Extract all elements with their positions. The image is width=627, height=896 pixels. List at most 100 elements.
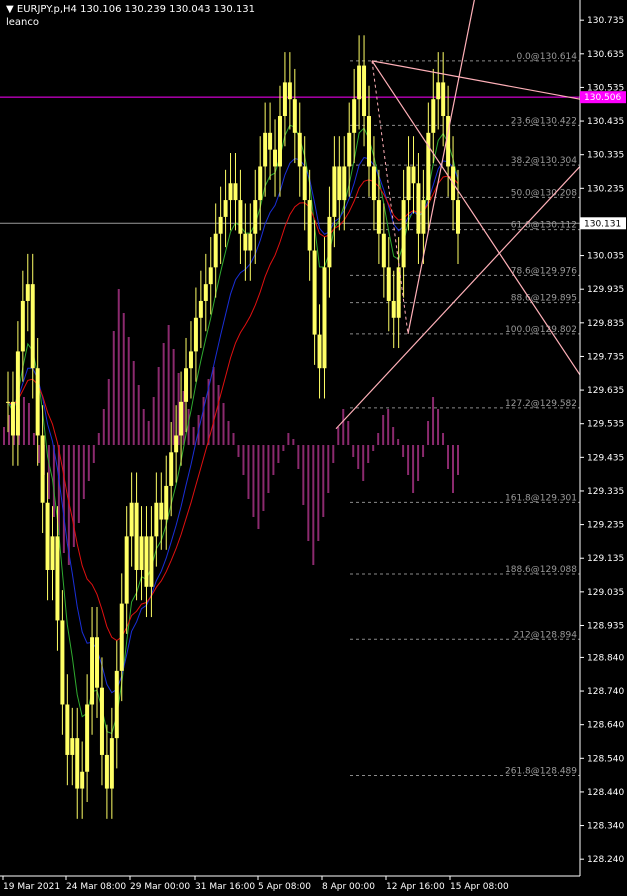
candle-body — [124, 536, 129, 604]
candle-body — [208, 267, 213, 285]
fib-level-label: 23.6@130.422 — [511, 116, 577, 126]
candle-body — [322, 267, 327, 369]
x-tick-label: 29 Mar 00:00 — [130, 882, 190, 892]
candle-body — [188, 351, 193, 369]
y-tick-label: 130.035 — [587, 252, 624, 262]
fib-level-label: 78.6@129.976 — [511, 266, 578, 276]
fib-level-label: 61.8@130.112 — [511, 221, 577, 231]
y-tick-label: 128.440 — [587, 788, 624, 798]
collapse-triangle-icon[interactable]: ▼ — [6, 4, 14, 15]
candle-body — [60, 620, 65, 705]
y-tick-label: 130.635 — [587, 50, 624, 60]
candle-body — [35, 368, 40, 436]
candle-body — [50, 536, 55, 570]
x-tick-label: 19 Mar 2021 — [3, 882, 60, 892]
y-tick-label: 129.635 — [587, 386, 624, 396]
candle-body — [15, 351, 20, 436]
candle-body — [248, 233, 253, 251]
candle-body — [25, 284, 30, 301]
fib-level-label: 212@128.894 — [514, 630, 578, 640]
candle-body — [327, 216, 332, 268]
ma-fast-line — [7, 124, 459, 735]
candle-body — [233, 183, 238, 201]
candle-body — [352, 99, 357, 133]
y-tick-label: 128.640 — [587, 721, 624, 731]
candle-body — [203, 284, 208, 301]
fib-level-label: 161.8@129.301 — [505, 493, 577, 503]
candle-body — [154, 502, 159, 537]
y-tick-label: 130.435 — [587, 117, 624, 127]
candle-body — [129, 502, 134, 537]
magenta-price-tag: 130.506 — [584, 93, 621, 103]
fib-level-label: 0.0@130.614 — [516, 52, 577, 62]
symbol-line: EURJPY.p,H4 130.106 130.239 130.043 130.… — [16, 4, 256, 15]
price-chart[interactable]: 0.0@130.614 23.6@130.422 38.2@130.304 50.0@… — [0, 0, 627, 896]
candle-body — [243, 233, 248, 251]
x-tick-label: 8 Apr 00:00 — [322, 882, 375, 892]
ma-slow-line — [7, 175, 459, 642]
candle-body — [228, 183, 233, 201]
candle-body — [287, 82, 292, 100]
candle-body — [312, 250, 317, 335]
candle-body — [198, 300, 203, 318]
candle-body — [342, 166, 347, 201]
candle-body — [297, 132, 302, 167]
fib-level-label: 100.0@129.802 — [505, 325, 577, 335]
candle-body — [45, 502, 50, 570]
candle-body — [456, 200, 460, 234]
candle-body — [371, 166, 376, 201]
candle-body — [273, 149, 278, 167]
x-tick-label: 15 Apr 08:00 — [450, 882, 509, 892]
x-tick-label: 12 Apr 16:00 — [386, 882, 445, 892]
y-tick-label: 129.935 — [587, 285, 624, 295]
candle-body — [302, 166, 307, 201]
candle-body — [436, 82, 441, 100]
candle-body — [139, 536, 144, 570]
candle-body — [134, 502, 139, 570]
candle-body — [416, 183, 421, 234]
y-tick-label: 129.735 — [587, 352, 624, 362]
candle-body — [406, 166, 411, 201]
y-tick-label: 128.240 — [587, 855, 624, 865]
candle-body — [347, 132, 352, 167]
candle-body — [258, 166, 263, 201]
y-tick-label: 129.235 — [587, 521, 624, 531]
candle-body — [70, 738, 75, 755]
indicator-name: leanco — [6, 17, 40, 28]
x-tick-label: 5 Apr 08:00 — [258, 882, 311, 892]
candle-body — [317, 334, 322, 369]
y-tick-label: 129.035 — [587, 588, 624, 598]
y-tick-label: 129.335 — [587, 487, 624, 497]
current-price-tag: 130.131 — [584, 219, 621, 229]
candle-body — [218, 216, 223, 234]
y-tick-label: 128.740 — [587, 687, 624, 697]
candle-body — [65, 704, 70, 755]
candle-body — [144, 536, 149, 587]
candle-body — [376, 200, 381, 234]
y-tick-label: 130.235 — [587, 184, 624, 194]
x-tick-label: 24 Mar 08:00 — [66, 882, 126, 892]
candle-body — [169, 452, 174, 486]
y-tick-label: 128.340 — [587, 822, 624, 832]
fibonacci-layer: 0.0@130.614 23.6@130.422 38.2@130.304 50.0@… — [0, 52, 580, 776]
y-tick-label: 129.135 — [587, 554, 624, 564]
candle-body — [109, 738, 114, 789]
histogram-layer — [3, 289, 459, 565]
candle-body — [20, 300, 25, 352]
candle-body — [337, 166, 342, 201]
candle-body — [268, 132, 273, 150]
y-tick-label: 128.540 — [587, 754, 624, 764]
candle-body — [263, 132, 268, 167]
candle-body — [421, 200, 426, 234]
fib-level-label: 188.6@129.088 — [505, 565, 577, 575]
candle-body — [95, 637, 100, 688]
fib-level-label: 127.2@129.582 — [505, 399, 577, 409]
candle-body — [10, 401, 15, 436]
candle-body — [85, 704, 90, 772]
candle-body — [277, 116, 282, 167]
candle-body — [75, 738, 80, 789]
candles-layer — [6, 35, 460, 819]
y-tick-label: 129.835 — [587, 319, 624, 329]
candle-body — [366, 116, 371, 167]
candle-body — [104, 754, 109, 789]
